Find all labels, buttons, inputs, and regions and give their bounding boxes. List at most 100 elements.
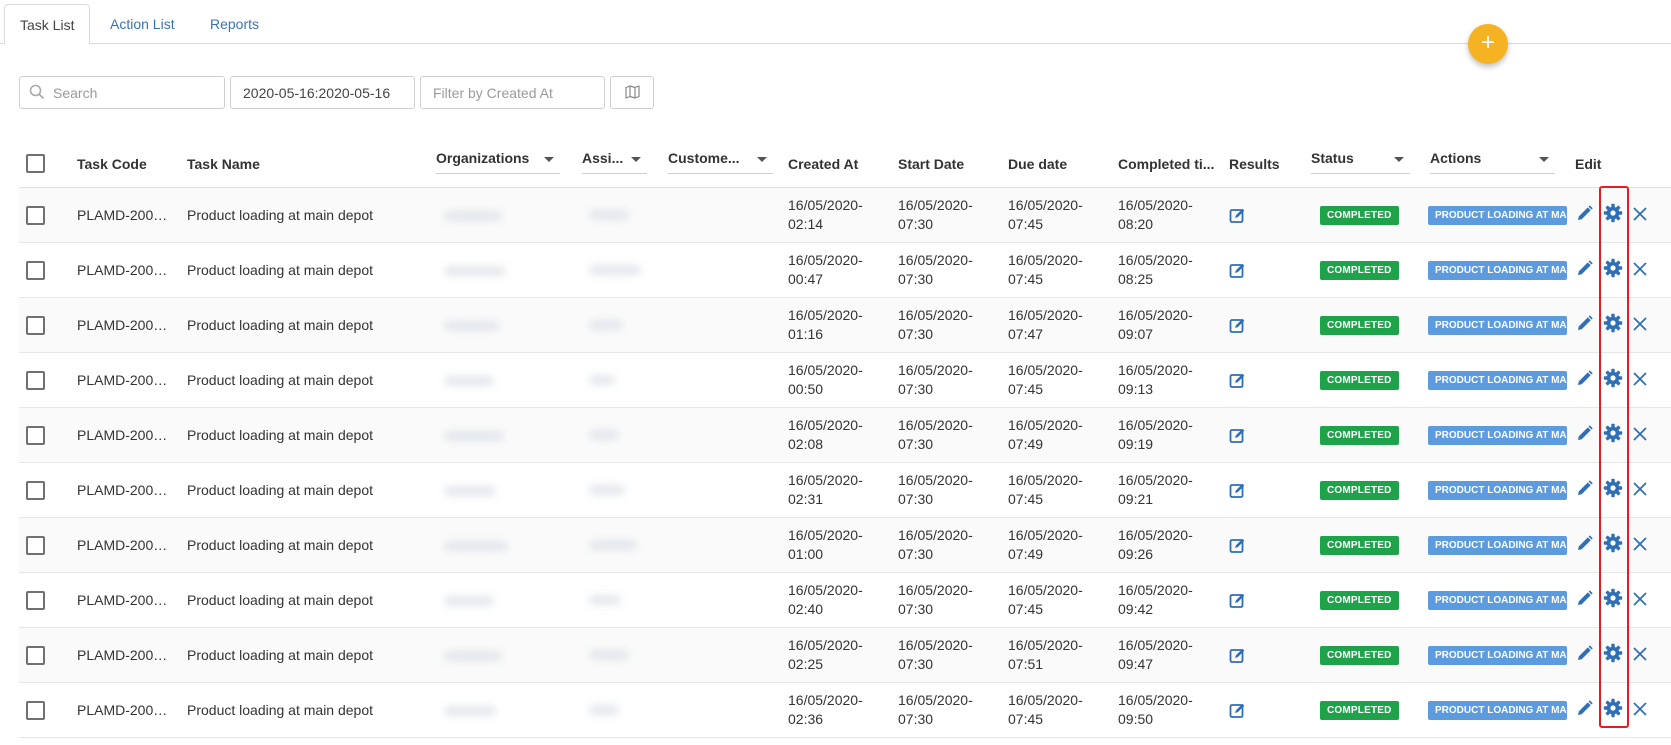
task-code[interactable]: PLAMD-2005...	[77, 537, 169, 553]
action-tag[interactable]: PRODUCT LOADING AT MAI	[1428, 591, 1567, 610]
row-checkbox[interactable]	[26, 261, 45, 280]
select-all-checkbox[interactable]	[26, 154, 45, 173]
close-icon[interactable]	[1633, 647, 1647, 664]
edit-note-icon[interactable]	[1229, 482, 1246, 502]
row-checkbox[interactable]	[26, 701, 45, 720]
add-task-button[interactable]: +	[1468, 24, 1508, 64]
gear-icon[interactable]	[1603, 313, 1623, 336]
gear-icon[interactable]	[1603, 698, 1623, 721]
search-input[interactable]	[53, 77, 224, 108]
row-checkbox[interactable]	[26, 536, 45, 555]
header-assignee[interactable]: Assi...	[582, 150, 647, 174]
close-icon[interactable]	[1633, 262, 1647, 279]
tab-task-list[interactable]: Task List	[4, 4, 91, 45]
pencil-icon[interactable]	[1576, 590, 1593, 610]
edit-note-icon[interactable]	[1229, 702, 1246, 722]
close-icon[interactable]	[1633, 207, 1647, 224]
action-tag[interactable]: PRODUCT LOADING AT MAI	[1428, 536, 1567, 555]
task-code[interactable]: PLAMD-2005...	[77, 647, 169, 663]
header-start-date[interactable]: Start Date	[898, 156, 964, 172]
pencil-icon[interactable]	[1576, 315, 1593, 335]
edit-note-icon[interactable]	[1229, 207, 1246, 227]
close-icon[interactable]	[1633, 317, 1647, 334]
row-checkbox[interactable]	[26, 481, 45, 500]
row-checkbox[interactable]	[26, 206, 45, 225]
row-checkbox[interactable]	[26, 426, 45, 445]
gear-icon[interactable]	[1603, 643, 1623, 666]
pencil-icon[interactable]	[1576, 700, 1593, 720]
action-tag[interactable]: PRODUCT LOADING AT MAI	[1428, 261, 1567, 280]
table-row[interactable]: PLAMD-2005... Product loading at main dep…	[19, 573, 1671, 628]
gear-icon[interactable]	[1603, 533, 1623, 556]
header-organizations[interactable]: Organizations	[436, 150, 560, 174]
action-tag[interactable]: PRODUCT LOADING AT MAI	[1428, 371, 1567, 390]
table-row[interactable]: PLAMD-2005... Product loading at main dep…	[19, 628, 1671, 683]
gear-icon[interactable]	[1603, 258, 1623, 281]
edit-note-icon[interactable]	[1229, 317, 1246, 337]
tab-reports[interactable]: Reports	[195, 4, 274, 45]
customer-filter-caret-icon[interactable]	[757, 157, 767, 162]
header-status[interactable]: Status	[1311, 150, 1410, 174]
table-row[interactable]: PLAMD-2005... Product loading at main dep…	[19, 188, 1671, 243]
created-at-filter-input[interactable]	[433, 77, 604, 108]
organizations-filter-caret-icon[interactable]	[544, 157, 554, 162]
action-tag[interactable]: PRODUCT LOADING AT MAI	[1428, 426, 1567, 445]
table-row[interactable]: PLAMD-2005... Product loading at main dep…	[19, 683, 1671, 738]
close-icon[interactable]	[1633, 702, 1647, 719]
header-created-at[interactable]: Created At	[788, 156, 858, 172]
tab-action-list[interactable]: Action List	[95, 4, 190, 45]
action-tag[interactable]: PRODUCT LOADING AT MAI	[1428, 316, 1567, 335]
table-row[interactable]: PLAMD-2005... Product loading at main dep…	[19, 408, 1671, 463]
close-icon[interactable]	[1633, 372, 1647, 389]
header-due-date[interactable]: Due date	[1008, 156, 1067, 172]
gear-icon[interactable]	[1603, 368, 1623, 391]
pencil-icon[interactable]	[1576, 535, 1593, 555]
task-code[interactable]: PLAMD-2005...	[77, 427, 169, 443]
header-customer[interactable]: Custome...	[668, 150, 773, 174]
task-code[interactable]: PLAMD-2005...	[77, 317, 169, 333]
row-checkbox[interactable]	[26, 646, 45, 665]
pencil-icon[interactable]	[1576, 370, 1593, 390]
header-task-name[interactable]: Task Name	[187, 156, 260, 172]
task-code[interactable]: PLAMD-2005...	[77, 482, 169, 498]
assignee-filter-caret-icon[interactable]	[631, 157, 641, 162]
action-tag[interactable]: PRODUCT LOADING AT MAI	[1428, 206, 1567, 225]
pencil-icon[interactable]	[1576, 205, 1593, 225]
task-code[interactable]: PLAMD-2005...	[77, 702, 169, 718]
edit-note-icon[interactable]	[1229, 647, 1246, 667]
row-checkbox[interactable]	[26, 371, 45, 390]
task-code[interactable]: PLAMD-2005...	[77, 262, 169, 278]
edit-note-icon[interactable]	[1229, 427, 1246, 447]
date-range-input[interactable]	[243, 77, 414, 108]
pencil-icon[interactable]	[1576, 645, 1593, 665]
gear-icon[interactable]	[1603, 203, 1623, 226]
pencil-icon[interactable]	[1576, 425, 1593, 445]
gear-icon[interactable]	[1603, 588, 1623, 611]
header-completed-time[interactable]: Completed ti...	[1118, 156, 1214, 172]
actions-filter-caret-icon[interactable]	[1539, 157, 1549, 162]
row-checkbox[interactable]	[26, 316, 45, 335]
edit-note-icon[interactable]	[1229, 372, 1246, 392]
close-icon[interactable]	[1633, 537, 1647, 554]
pencil-icon[interactable]	[1576, 260, 1593, 280]
task-code[interactable]: PLAMD-2005...	[77, 592, 169, 608]
row-checkbox[interactable]	[26, 591, 45, 610]
task-code[interactable]: PLAMD-2005...	[77, 372, 169, 388]
map-view-button[interactable]	[610, 76, 654, 109]
action-tag[interactable]: PRODUCT LOADING AT MAI	[1428, 646, 1567, 665]
table-row[interactable]: PLAMD-2005... Product loading at main dep…	[19, 463, 1671, 518]
edit-note-icon[interactable]	[1229, 592, 1246, 612]
action-tag[interactable]: PRODUCT LOADING AT MAI	[1428, 481, 1567, 500]
task-code[interactable]: PLAMD-2005...	[77, 207, 169, 223]
table-row[interactable]: PLAMD-2005... Product loading at main dep…	[19, 353, 1671, 408]
header-actions[interactable]: Actions	[1430, 150, 1555, 174]
gear-icon[interactable]	[1603, 478, 1623, 501]
status-filter-caret-icon[interactable]	[1394, 157, 1404, 162]
pencil-icon[interactable]	[1576, 480, 1593, 500]
close-icon[interactable]	[1633, 482, 1647, 499]
close-icon[interactable]	[1633, 592, 1647, 609]
header-task-code[interactable]: Task Code	[77, 156, 147, 172]
gear-icon[interactable]	[1603, 423, 1623, 446]
table-row[interactable]: PLAMD-2005... Product loading at main dep…	[19, 243, 1671, 298]
close-icon[interactable]	[1633, 427, 1647, 444]
